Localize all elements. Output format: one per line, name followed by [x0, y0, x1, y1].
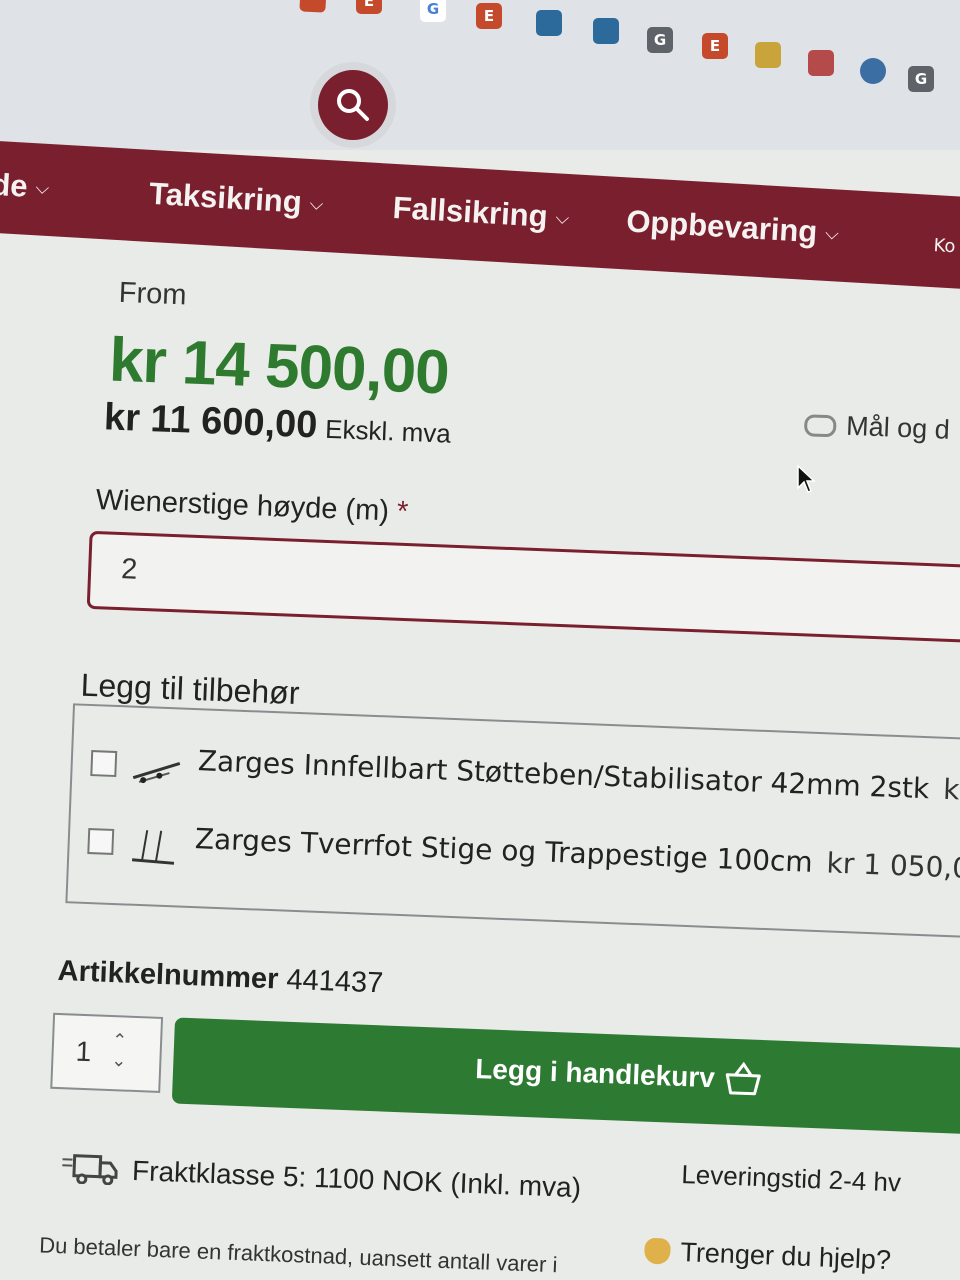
quantity-stepper[interactable]: 1 ⌃ ⌄ [50, 1012, 164, 1093]
e-extension-icon[interactable]: E [356, 0, 382, 14]
add-to-cart-label: Legg i handlekurv [474, 1053, 716, 1094]
mouse-cursor-icon [797, 464, 816, 493]
shipping-info: Fraktklasse 5: 1100 NOK (Inkl. mva) [60, 1151, 582, 1204]
add-to-cart-button[interactable]: Legg i handlekurv [171, 1017, 960, 1135]
accessories-list: Zarges Innfellbart Støtteben/Stabilisato… [65, 703, 960, 939]
accessory-item[interactable]: Zarges Innfellbart Støtteben/Stabilisato… [87, 736, 960, 831]
product-panel: From kr 14 500,00 kr 11 600,00 Ekskl. mva… [0, 0, 960, 1280]
truck-icon [62, 1154, 118, 1186]
accessory-checkbox[interactable] [90, 750, 118, 778]
height-input[interactable]: 2 [86, 530, 960, 644]
shipping-note: Du betaler bare en fraktkostnad, uansett… [38, 1232, 558, 1278]
quantity-value: 1 [75, 1035, 92, 1068]
accessory-price: kr 1 050,00 [826, 846, 960, 886]
basket-icon [725, 1061, 761, 1096]
measuring-tape-icon [803, 414, 837, 438]
stepper-arrows-icon[interactable]: ⌃ ⌄ [111, 1030, 128, 1072]
waving-hand-icon [643, 1237, 671, 1265]
height-label: Wienerstige høyde (m) * [95, 484, 409, 529]
delivery-time: Leveringstid 2-4 hv [680, 1159, 902, 1198]
article-number: Artikkelnummer 441437 [57, 954, 384, 1000]
accessory-checkbox[interactable] [87, 827, 115, 855]
stabilizer-thumbnail [132, 762, 181, 784]
crossfoot-thumbnail [131, 830, 175, 865]
accessory-item[interactable]: Zarges Tverrfot Stige og Trappestige 100… [84, 814, 960, 909]
accessory-price: kr 6 [942, 772, 960, 808]
from-label: From [118, 276, 188, 312]
price: kr 14 500,00 [107, 325, 450, 408]
accessory-name: Zarges Tverrfot Stige og Trappestige 100… [194, 822, 814, 879]
measurements-link[interactable]: Mål og d [803, 409, 950, 446]
accessory-name: Zarges Innfellbart Støtteben/Stabilisato… [197, 744, 930, 806]
help-link[interactable]: Trenger du hjelp? [643, 1236, 891, 1276]
